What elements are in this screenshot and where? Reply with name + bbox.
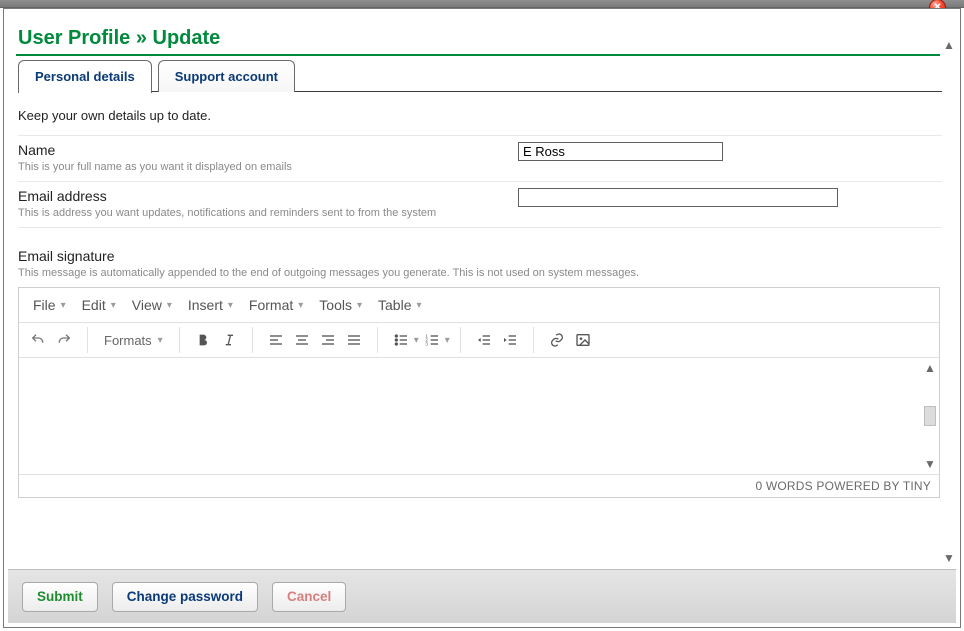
name-help: This is your full name as you want it di… [18, 161, 518, 173]
caret-down-icon: ▾ [167, 300, 172, 311]
menu-edit[interactable]: Edit▾ [74, 294, 124, 316]
page-scrollbar[interactable]: ▲ ▼ [941, 39, 957, 564]
scroll-up-icon[interactable]: ▲ [943, 39, 955, 51]
toolbar-separator [179, 327, 180, 353]
name-input[interactable] [518, 142, 723, 161]
tab-personal-details[interactable]: Personal details [18, 60, 152, 93]
rich-text-editor: File▾ Edit▾ View▾ Insert▾ Format▾ Tools▾… [18, 287, 940, 498]
redo-icon[interactable] [51, 327, 77, 353]
submit-button[interactable]: Submit [22, 582, 98, 612]
caret-down-icon: ▾ [228, 300, 233, 311]
window-frame: ▲ ▼ User Profile » Update Personal detai… [3, 8, 961, 628]
editor-textarea[interactable]: ▲ ▼ [19, 358, 939, 474]
editor-status-text: 0 WORDS POWERED BY TINY [755, 479, 931, 493]
name-label: Name [18, 142, 518, 158]
editor-scrollbar[interactable]: ▲ ▼ [923, 362, 937, 470]
intro-text: Keep your own details up to date. [18, 108, 942, 123]
tab-support-account[interactable]: Support account [158, 60, 295, 92]
tab-baseline [18, 91, 942, 92]
scroll-down-icon[interactable]: ▼ [924, 458, 936, 470]
caret-down-icon: ▾ [298, 300, 303, 311]
page-title: User Profile » Update [18, 27, 942, 50]
caret-down-icon: ▾ [111, 300, 116, 311]
bold-icon[interactable] [190, 327, 216, 353]
tab-bar: Personal details Support account [18, 56, 942, 92]
menu-table[interactable]: Table▾ [370, 294, 430, 316]
image-icon[interactable] [570, 327, 596, 353]
editor-toolbar: Formats ▾ [19, 323, 939, 358]
window-titlebar [0, 0, 964, 8]
align-left-icon[interactable] [263, 327, 289, 353]
align-center-icon[interactable] [289, 327, 315, 353]
page-content: User Profile » Update Personal details S… [4, 9, 942, 567]
footer-bar: Submit Change password Cancel [8, 569, 956, 623]
menu-tools[interactable]: Tools▾ [311, 294, 370, 316]
scroll-up-icon[interactable]: ▲ [924, 362, 936, 374]
tab-label: Personal details [35, 69, 135, 84]
menu-insert[interactable]: Insert▾ [180, 294, 241, 316]
page-title-sub: Update [153, 27, 221, 49]
signature-block: Email signature This message is automati… [18, 248, 942, 498]
email-label: Email address [18, 188, 518, 204]
toolbar-separator [460, 327, 461, 353]
caret-down-icon: ▾ [158, 335, 163, 346]
email-help: This is address you want updates, notifi… [18, 207, 518, 219]
email-input[interactable] [518, 188, 838, 207]
editor-menubar: File▾ Edit▾ View▾ Insert▾ Format▾ Tools▾… [19, 288, 939, 323]
signature-label: Email signature [18, 248, 942, 264]
numbered-list-icon[interactable]: 123 [419, 327, 445, 353]
scroll-down-icon[interactable]: ▼ [943, 552, 955, 564]
field-row-email: Email address This is address you want u… [18, 182, 942, 228]
caret-down-icon[interactable]: ▾ [445, 335, 450, 346]
menu-format[interactable]: Format▾ [241, 294, 311, 316]
page-title-main: User Profile [18, 27, 130, 49]
undo-icon[interactable] [25, 327, 51, 353]
toolbar-separator [87, 327, 88, 353]
italic-icon[interactable] [216, 327, 242, 353]
cancel-button[interactable]: Cancel [272, 582, 346, 612]
editor-statusbar: 0 WORDS POWERED BY TINY [19, 474, 939, 497]
indent-icon[interactable] [497, 327, 523, 353]
toolbar-separator [252, 327, 253, 353]
toolbar-separator [533, 327, 534, 353]
align-justify-icon[interactable] [341, 327, 367, 353]
align-right-icon[interactable] [315, 327, 341, 353]
signature-help: This message is automatically appended t… [18, 267, 942, 279]
outdent-icon[interactable] [471, 327, 497, 353]
caret-down-icon[interactable]: ▾ [414, 335, 419, 346]
toolbar-separator [377, 327, 378, 353]
field-row-name: Name This is your full name as you want … [18, 135, 942, 182]
menu-file[interactable]: File▾ [25, 294, 74, 316]
scrollbar-thumb[interactable] [924, 406, 936, 426]
page-title-separator: » [136, 27, 147, 49]
svg-text:3: 3 [425, 341, 428, 346]
link-icon[interactable] [544, 327, 570, 353]
menu-view[interactable]: View▾ [124, 294, 180, 316]
caret-down-icon: ▾ [416, 300, 421, 311]
change-password-button[interactable]: Change password [112, 582, 258, 612]
formats-dropdown[interactable]: Formats ▾ [98, 333, 169, 348]
bullet-list-icon[interactable] [388, 327, 414, 353]
caret-down-icon: ▾ [61, 300, 66, 311]
caret-down-icon: ▾ [357, 300, 362, 311]
tab-label: Support account [175, 69, 278, 84]
